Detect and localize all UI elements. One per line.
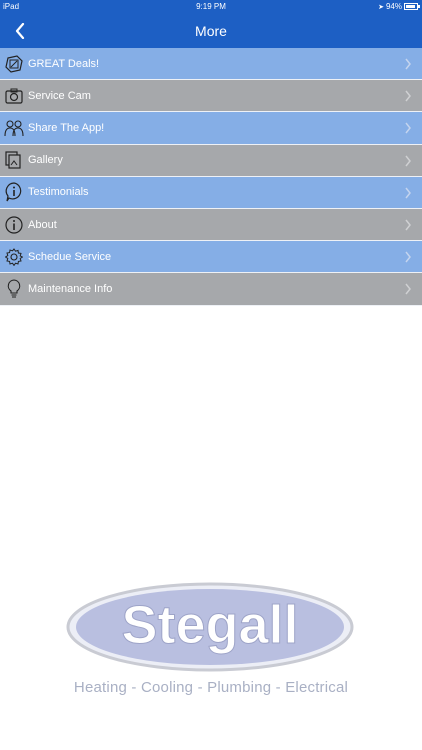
menu-item-testimonials[interactable]: Testimonials xyxy=(0,176,422,209)
menu-item-label: About xyxy=(28,218,57,231)
lightbulb-icon xyxy=(4,279,24,299)
chevron-right-icon xyxy=(405,283,411,295)
nav-bar: More xyxy=(0,14,422,48)
menu-item-share-app[interactable]: Share The App! xyxy=(0,112,422,145)
chevron-right-icon xyxy=(405,251,411,263)
menu-item-label: Schedue Service xyxy=(28,250,112,263)
menu-item-great-deals[interactable]: GREAT Deals! xyxy=(0,48,422,81)
chevron-right-icon xyxy=(405,219,411,231)
menu-item-label: Testimonials xyxy=(28,186,89,199)
chevron-right-icon xyxy=(405,122,411,134)
menu-list: GREAT Deals! Service Cam Share The App! … xyxy=(0,48,422,306)
camera-icon xyxy=(4,86,24,106)
deals-icon xyxy=(4,54,24,74)
menu-item-label: Maintenance Info xyxy=(28,282,113,295)
chevron-right-icon xyxy=(405,187,411,199)
status-time: 9:19 PM xyxy=(196,2,226,11)
menu-item-maintenance-info[interactable]: Maintenance Info xyxy=(0,273,422,306)
gallery-icon xyxy=(4,150,24,170)
menu-item-service-cam[interactable]: Service Cam xyxy=(0,80,422,113)
logo-wordmark: Stegall xyxy=(121,595,298,655)
location-arrow-icon: ➤ xyxy=(378,3,384,11)
page-title: More xyxy=(195,23,227,39)
menu-item-about[interactable]: About xyxy=(0,208,422,242)
battery-percent: 94% xyxy=(385,2,402,11)
info-bubble-icon xyxy=(4,182,24,202)
menu-item-label: GREAT Deals! xyxy=(28,57,100,70)
chevron-right-icon xyxy=(405,58,411,70)
status-bar: iPad 9:19 PM ➤ 94% xyxy=(0,0,422,14)
chevron-right-icon xyxy=(405,155,411,167)
menu-item-schedule-service[interactable]: Schedue Service xyxy=(0,241,422,274)
info-icon xyxy=(4,215,24,235)
battery-icon xyxy=(404,3,420,10)
brand-tagline: Heating - Cooling - Plumbing - Electrica… xyxy=(73,679,349,696)
share-people-icon xyxy=(4,118,24,138)
menu-item-label: Service Cam xyxy=(28,89,91,102)
chevron-right-icon xyxy=(405,90,411,102)
menu-item-label: Share The App! xyxy=(28,121,105,134)
gear-icon xyxy=(4,247,24,267)
battery-indicator: ➤ 94% xyxy=(378,2,420,11)
menu-item-gallery[interactable]: Gallery xyxy=(0,144,422,177)
stegall-logo: Stegall xyxy=(66,582,354,672)
menu-item-label: Gallery xyxy=(28,154,63,167)
